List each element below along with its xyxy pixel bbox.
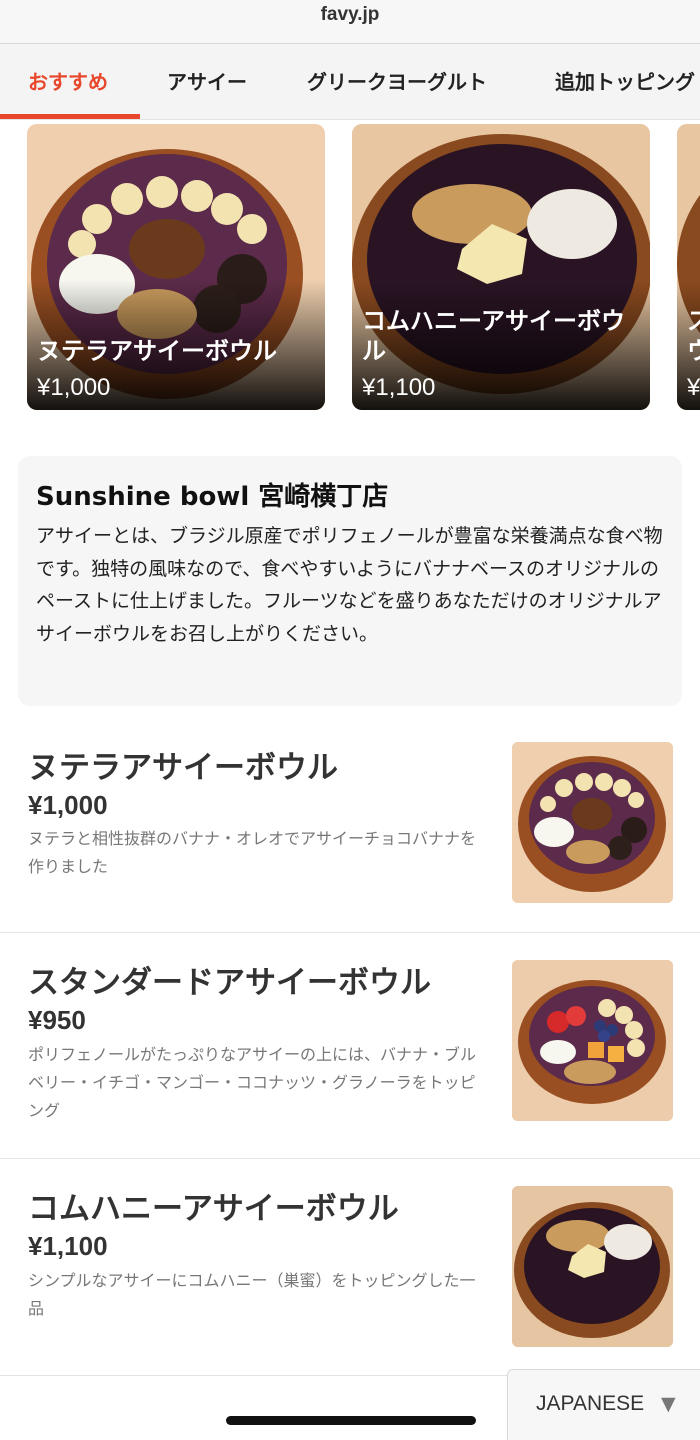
language-select-value: JAPANESE bbox=[536, 1392, 645, 1415]
category-tabs: おすすめ アサイー グリークヨーグルト 追加トッピング bbox=[0, 44, 700, 120]
recommended-card-nutella[interactable]: ヌテラアサイーボウル ¥1,000 bbox=[27, 124, 325, 410]
tab-extra-toppings[interactable]: 追加トッピング bbox=[555, 44, 695, 119]
card-title: コムハニーアサイーボウル bbox=[362, 307, 626, 365]
menu-item-description: ヌテラと相性抜群のバナナ・オレオでアサイーチョコバナナを作りました bbox=[28, 829, 477, 876]
card-price: ¥1,000 bbox=[37, 374, 111, 401]
menu-item-price: ¥1,100 bbox=[28, 1231, 108, 1261]
chevron-down-icon: ▼ bbox=[661, 1393, 676, 1415]
url-text: favy.jp bbox=[320, 4, 380, 25]
tab-osusume[interactable]: おすすめ bbox=[28, 44, 108, 119]
tab-acai[interactable]: アサイー bbox=[167, 44, 247, 119]
active-tab-indicator bbox=[0, 114, 140, 119]
menu-item-price: ¥1,000 bbox=[28, 790, 108, 820]
comb-honey-bowl-thumbnail bbox=[512, 1186, 673, 1347]
menu-item-name: スタンダードアサイーボウル bbox=[28, 965, 431, 1001]
menu-item-photo bbox=[512, 742, 673, 903]
menu-item-name: ヌテラアサイーボウル bbox=[28, 750, 338, 786]
language-select[interactable]: JAPANESE ▼ bbox=[507, 1369, 700, 1440]
shop-description: アサイーとは、ブラジル原産でポリフェノールが豊富な栄養満点な食べ物です。独特の風… bbox=[36, 525, 663, 645]
menu-item-photo bbox=[512, 1186, 673, 1347]
menu-item[interactable]: コムハニーアサイーボウル ¥1,100 シンプルなアサイーにコムハニー（巣蜜）を… bbox=[0, 1159, 700, 1375]
tab-greek-yogurt[interactable]: グリークヨーグルト bbox=[307, 44, 487, 119]
menu-item-description: シンプルなアサイーにコムハニー（巣蜜）をトッピングした一品 bbox=[28, 1271, 476, 1318]
shop-name: Sunshine bowl 宮崎横丁店 bbox=[36, 482, 389, 512]
card-price: ¥1,100 bbox=[362, 374, 436, 401]
recommended-card-comb-honey[interactable]: コムハニーアサイーボウル ¥1,100 bbox=[352, 124, 650, 410]
bottom-divider bbox=[0, 1375, 507, 1376]
menu-item[interactable]: スタンダードアサイーボウル ¥950 ポリフェノールがたっぷりなアサイーの上には… bbox=[0, 933, 700, 1159]
menu-item-photo bbox=[512, 960, 673, 1121]
standard-bowl-thumbnail bbox=[512, 960, 673, 1121]
menu-item-description: ポリフェノールがたっぷりなアサイーの上には、バナナ・ブルベリー・イチゴ・マンゴー… bbox=[28, 1045, 477, 1120]
menu-item-price: ¥950 bbox=[28, 1005, 86, 1035]
recommended-carousel[interactable]: ヌテラアサイーボウル ¥1,000 コムハニーアサイーボウル ¥1,100 スタ… bbox=[0, 124, 700, 414]
nutella-bowl-thumbnail bbox=[512, 742, 673, 903]
home-indicator bbox=[226, 1416, 476, 1425]
recommended-card-standard[interactable]: スタンダードアサイーボウル ¥950 bbox=[677, 124, 700, 410]
menu-item[interactable]: ヌテラアサイーボウル ¥1,000 ヌテラと相性抜群のバナナ・オレオでアサイーチ… bbox=[0, 724, 700, 933]
card-title: スタンダードアサイーボウル bbox=[687, 307, 700, 365]
menu-item-name: コムハニーアサイーボウル bbox=[28, 1191, 399, 1227]
card-price: ¥950 bbox=[687, 374, 700, 401]
shop-info: Sunshine bowl 宮崎横丁店 アサイーとは、ブラジル原産でポリフェノー… bbox=[18, 456, 682, 706]
card-title: ヌテラアサイーボウル bbox=[37, 337, 277, 365]
browser-address-bar[interactable]: favy.jp bbox=[0, 0, 700, 44]
